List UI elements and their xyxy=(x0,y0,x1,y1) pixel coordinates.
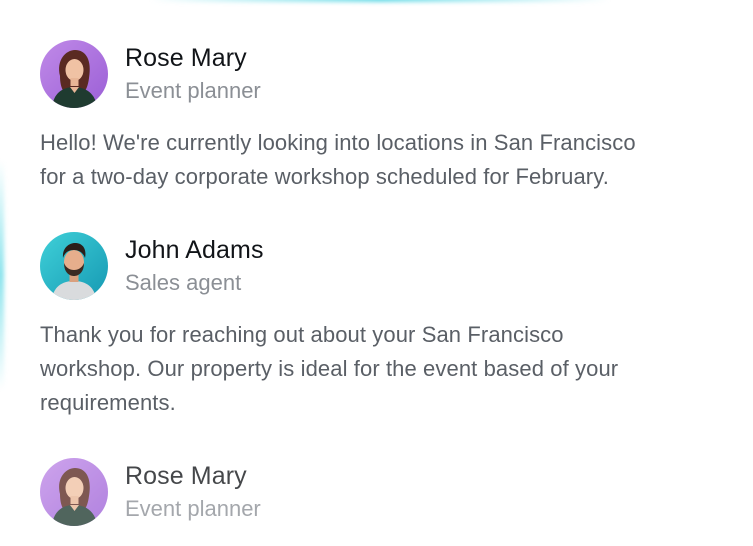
message-text-line: Thank you for reaching out about your Sa… xyxy=(40,322,564,347)
message-text: Thank you for reaching out about your Sa… xyxy=(40,318,720,420)
sender-role: Event planner xyxy=(125,496,261,521)
message-text-line: for a two-day corporate workshop schedul… xyxy=(40,164,609,189)
avatar[interactable] xyxy=(40,458,108,526)
sender-role: Event planner xyxy=(125,78,261,103)
man-avatar-icon xyxy=(40,232,108,300)
message-item: Rose Mary Event planner xyxy=(40,458,720,528)
message-text-line: requirements. xyxy=(40,390,176,415)
message-text: Hello! We're currently looking into loca… xyxy=(40,126,720,194)
chat-thread: Rose Mary Event planner Hello! We're cur… xyxy=(0,0,753,546)
avatar[interactable] xyxy=(40,232,108,300)
woman-avatar-icon xyxy=(40,458,108,526)
sender-name: John Adams xyxy=(125,236,264,264)
avatar[interactable] xyxy=(40,40,108,108)
sender-name: Rose Mary xyxy=(125,44,247,72)
sender-role: Sales agent xyxy=(125,270,242,295)
message-header: John Adams Sales agent xyxy=(40,232,720,302)
message-item: Rose Mary Event planner Hello! We're cur… xyxy=(40,40,720,194)
message-item: John Adams Sales agent Thank you for rea… xyxy=(40,232,720,420)
sender-name: Rose Mary xyxy=(125,462,247,490)
woman-avatar-icon xyxy=(40,40,108,108)
message-text-line: Hello! We're currently looking into loca… xyxy=(40,130,636,155)
message-text-line: workshop. Our property is ideal for the … xyxy=(40,356,619,381)
message-header: Rose Mary Event planner xyxy=(40,458,720,528)
message-header: Rose Mary Event planner xyxy=(40,40,720,110)
